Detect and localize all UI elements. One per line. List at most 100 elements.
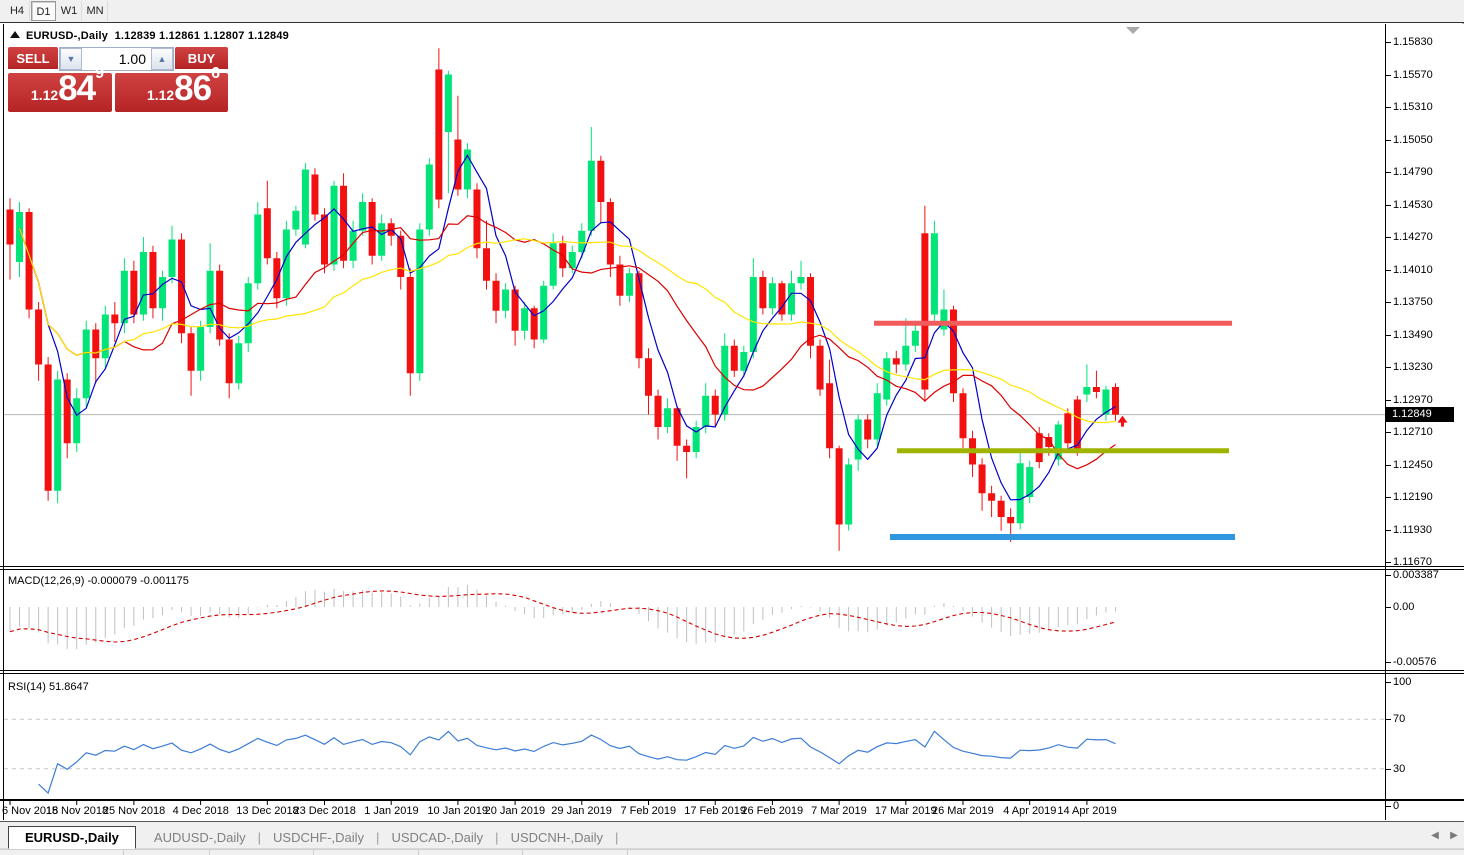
status-cell-divider [123,850,124,855]
chart-shift-marker-icon[interactable] [1126,27,1140,34]
price-tick-mark [1386,335,1391,336]
candle-body [836,448,843,524]
tab-usdchf-daily[interactable]: USDCHF-,Daily [261,827,376,848]
candle-body [140,252,147,315]
candle-body [1007,517,1014,523]
chart-symbol-label: EURUSD-,Daily [26,30,108,42]
candle-body [740,352,747,371]
candle-body [416,230,423,374]
candle-body [893,358,900,364]
date-tick-label: 17 Mar 2019 [875,805,937,817]
price-tick-mark [1386,562,1391,563]
price-tick-mark [1386,75,1391,76]
support-line[interactable] [890,534,1235,540]
price-tick-mark [1386,237,1391,238]
candle-body [64,380,71,444]
price-tick-label: 1.14530 [1393,199,1433,211]
macd-signal-line [10,591,1116,642]
price-pointer-icon [1117,416,1127,427]
rsi-tick-mark [1386,719,1391,720]
price-tick-mark [1386,140,1391,141]
candle-body [235,343,242,383]
one-click-trading-panel: SELL ▼ 1.00 ▲ BUY 1.12849 1.12866 [8,47,228,112]
price-tick-mark [1386,400,1391,401]
candle-body [788,283,795,314]
panel-separator[interactable] [0,673,1464,674]
candle-body [426,165,433,230]
candle-body [35,310,42,365]
tab-eurusd-daily[interactable]: EURUSD-,Daily [8,826,136,849]
candle-body [912,331,919,346]
date-tick-label: 23 Dec 2018 [293,805,355,817]
candle-body [245,283,252,343]
candle-body [931,233,938,314]
candle-body [407,277,414,373]
price-tick-label: 1.11930 [1393,524,1432,536]
candle-body [902,346,909,365]
candle-body [921,233,928,389]
date-tick-label: 13 Dec 2018 [236,805,298,817]
price-tick-label: 1.13230 [1393,361,1433,373]
candle-body [111,315,118,324]
panel-separator[interactable] [0,569,1464,570]
candle-body [1017,463,1024,523]
panel-separator[interactable] [0,670,1464,671]
price-tick-mark [1386,465,1391,466]
date-tick-label: 4 Apr 2019 [1003,805,1056,817]
rsi-tick-label: 30 [1393,763,1405,775]
macd-tick-label: 0.00 [1393,601,1414,613]
price-tick-mark [1386,302,1391,303]
current-price-badge: 1.12849 [1386,407,1454,422]
price-tick-label: 1.14010 [1393,264,1433,276]
price-tick-label: 1.13750 [1393,296,1433,308]
candle-body [683,446,690,452]
chart-left-border [3,24,4,820]
price-tick-label: 1.11670 [1393,556,1432,568]
price-tick-label: 1.15050 [1393,134,1433,146]
date-tick-label: 25 Nov 2018 [103,805,165,817]
candle-body [73,398,80,443]
buy-price-button[interactable]: 1.12866 [115,73,228,112]
tab-scroll-right-icon[interactable]: ▶ [1447,829,1461,843]
candle-body [807,277,814,346]
candle-body [493,281,500,311]
candle-body [664,408,671,427]
tab-usdcad-daily[interactable]: USDCAD-,Daily [379,827,495,848]
price-tick-mark [1386,205,1391,206]
candle-body [759,277,766,308]
tab-scroll-left-icon[interactable]: ◀ [1428,829,1442,843]
candle-body [864,420,871,440]
price-tick-label: 1.14270 [1393,231,1433,243]
price-tick-label: 1.12190 [1393,491,1433,503]
panel-separator[interactable] [0,566,1464,567]
date-tick-label: 7 Feb 2019 [621,805,677,817]
tab-usdcnh-daily[interactable]: USDCNH-,Daily [499,827,615,848]
candle-body [188,333,195,371]
candle-body [607,202,614,265]
candle-body [721,346,728,415]
candle-body [378,223,385,256]
candle-body [331,186,338,265]
candle-body [130,271,137,315]
mid-support-line[interactable] [897,448,1229,453]
price-tick-label: 1.12710 [1393,426,1433,438]
candle-body [1093,387,1100,392]
sell-price-button[interactable]: 1.12849 [8,73,112,112]
resistance-line[interactable] [874,321,1232,326]
tab-audusd-daily[interactable]: AUDUSD-,Daily [142,827,258,848]
price-tick-label: 1.15570 [1393,69,1433,81]
candle-body [397,236,404,277]
chart-tab-bar: EURUSD-,DailyAUDUSD-,Daily|USDCHF-,Daily… [0,822,1464,849]
candle-body [588,161,595,231]
candle-body [731,346,738,371]
sell-price-big: 84 [58,69,95,108]
date-tick-label: 26 Mar 2019 [932,805,994,817]
candle-body [979,465,986,494]
candle-body [521,308,528,331]
collapse-panel-icon[interactable] [10,31,20,38]
price-tick-mark [1386,270,1391,271]
date-tick-label: 14 Apr 2019 [1057,805,1116,817]
rsi-tick-mark [1386,806,1391,807]
price-tick-mark [1386,42,1391,43]
candle-body [445,75,452,133]
